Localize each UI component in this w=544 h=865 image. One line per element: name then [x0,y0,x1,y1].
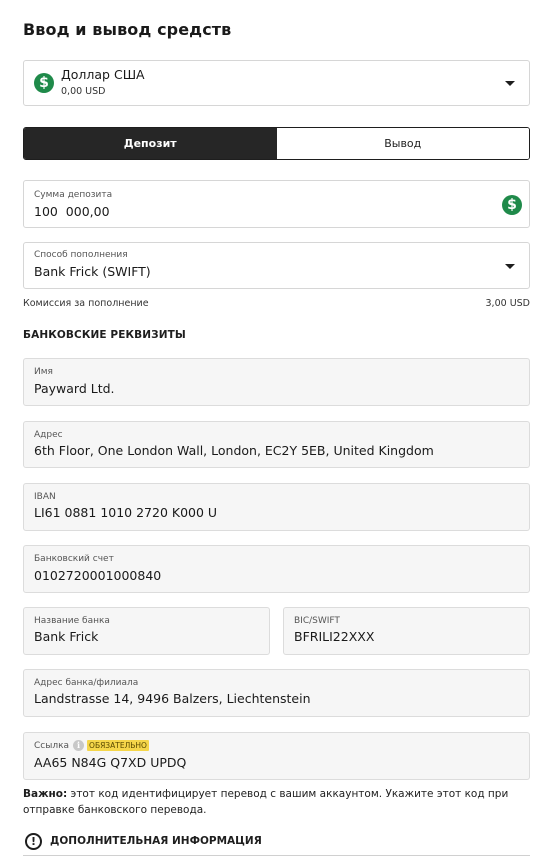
reference-label: Ссылка [34,741,70,751]
dollar-circle-icon: $ [502,195,522,215]
required-badge: ОБЯЗАТЕЛЬНО [87,740,149,751]
recipient-name-field[interactable]: Имя Payward Ltd. [23,358,530,406]
important-note: Важно: этот код идентифицирует перевод с… [23,786,518,818]
account-number-value: 0102720001000840 [34,568,162,583]
method-label: Способ пополнения [34,250,128,260]
reference-value: AA65 N84G Q7XD UPDQ [34,755,187,770]
swift-field[interactable]: BIC/SWIFT BFRILI22XXX [283,607,530,655]
amount-input[interactable]: 100 000,00 [34,204,110,219]
recipient-name-value: Payward Ltd. [34,381,115,396]
account-number-label: Банковский счет [34,554,114,564]
currency-balance: 0,00 USD [61,86,106,97]
bank-address-value: Landstrasse 14, 9496 Balzers, Liechtenst… [34,691,311,706]
bank-address-label: Адрес банка/филиала [34,678,139,688]
chevron-down-icon [505,81,515,86]
amount-field[interactable]: Сумма депозита 100 000,00 $ [23,180,530,228]
tab-deposit[interactable]: Депозит [24,128,277,159]
account-number-field[interactable]: Банковский счет 0102720001000840 [23,545,530,593]
deposit-withdraw-tabs: Депозит Вывод [23,127,530,160]
deposit-method-select[interactable]: Способ пополнения Bank Frick (SWIFT) [23,242,530,289]
bank-details-heading: БАНКОВСКИЕ РЕКВИЗИТЫ [23,329,186,341]
recipient-address-field[interactable]: Адрес 6th Floor, One London Wall, London… [23,421,530,468]
note-bold: Важно: [23,788,68,800]
reference-field[interactable]: Ссылка i ОБЯЗАТЕЛЬНО AA65 N84G Q7XD UPDQ [23,732,530,780]
additional-info-toggle[interactable]: ! ДОПОЛНИТЕЛЬНАЯ ИНФОРМАЦИЯ [23,830,530,856]
chevron-down-icon [505,264,515,269]
bank-address-field[interactable]: Адрес банка/филиала Landstrasse 14, 9496… [23,669,530,717]
fee-value: 3,00 USD [485,298,530,309]
recipient-address-label: Адрес [34,430,63,440]
exclamation-circle-icon: ! [25,833,42,850]
dollar-circle-icon: $ [34,73,54,93]
tab-withdraw[interactable]: Вывод [276,128,529,159]
bank-name-value: Bank Frick [34,629,99,644]
swift-value: BFRILI22XXX [294,629,375,644]
additional-info-label: ДОПОЛНИТЕЛЬНАЯ ИНФОРМАЦИЯ [50,835,262,847]
currency-selector[interactable]: $ Доллар США 0,00 USD [23,60,530,106]
currency-name: Доллар США [61,67,145,82]
swift-label: BIC/SWIFT [294,616,340,626]
amount-label: Сумма депозита [34,190,113,200]
iban-label: IBAN [34,492,56,502]
reference-label-row: Ссылка i ОБЯЗАТЕЛЬНО [34,740,149,751]
fee-label: Комиссия за пополнение [23,298,149,309]
recipient-address-value: 6th Floor, One London Wall, London, EC2Y… [34,443,434,458]
info-icon[interactable]: i [73,740,85,751]
iban-value: LI61 0881 1010 2720 K000 U [34,505,218,520]
recipient-name-label: Имя [34,367,53,377]
page-title: Ввод и вывод средств [23,20,232,39]
bank-name-field[interactable]: Название банка Bank Frick [23,607,270,655]
bank-name-label: Название банка [34,616,110,626]
note-text: этот код идентифицирует перевод с вашим … [23,788,509,816]
method-value: Bank Frick (SWIFT) [34,264,151,279]
iban-field[interactable]: IBAN LI61 0881 1010 2720 K000 U [23,483,530,531]
